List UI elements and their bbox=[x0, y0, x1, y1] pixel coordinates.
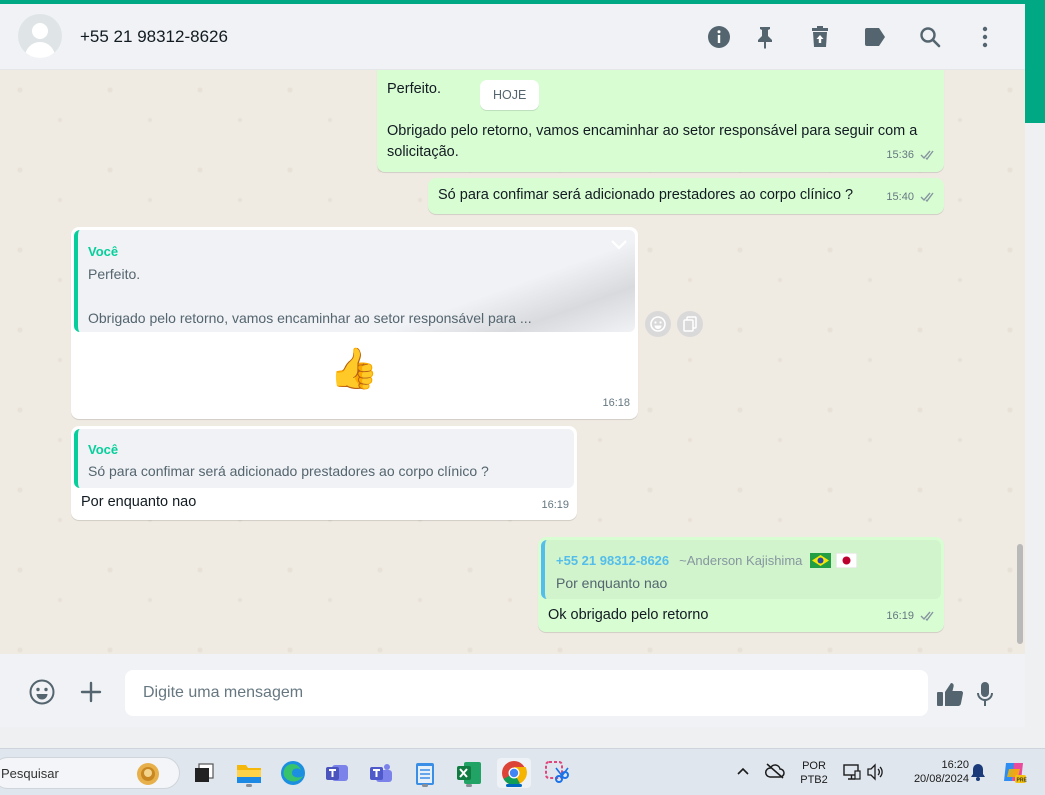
chevron-down-icon[interactable] bbox=[611, 240, 627, 250]
speaker-icon[interactable] bbox=[866, 763, 884, 781]
cloud-off-icon[interactable] bbox=[765, 763, 785, 779]
avatar-head bbox=[32, 23, 48, 39]
microphone-icon[interactable] bbox=[975, 680, 995, 708]
read-ticks-icon bbox=[920, 192, 934, 202]
snipping-tool-icon[interactable] bbox=[542, 758, 572, 788]
message-meta: 15:36 bbox=[886, 145, 936, 166]
message-input[interactable] bbox=[125, 670, 928, 716]
quoted-message[interactable]: Você Só para confimar será adicionado pr… bbox=[74, 429, 574, 488]
contact-avatar[interactable] bbox=[18, 14, 62, 58]
thumbs-up-emoji: 👍 bbox=[329, 347, 379, 391]
quote-pushname: ~Anderson Kajishima bbox=[679, 553, 803, 568]
info-icon[interactable] bbox=[706, 24, 732, 50]
message-time: 16:19 bbox=[541, 499, 569, 511]
taskbar-search[interactable]: Pesquisar bbox=[0, 757, 180, 789]
menu-icon[interactable] bbox=[972, 24, 998, 50]
pin-icon[interactable] bbox=[752, 24, 778, 50]
message-text: Perfeito. bbox=[387, 81, 441, 97]
keyboard-layout: PTB2 bbox=[800, 774, 828, 786]
message-outgoing[interactable]: +55 21 98312-8626 ~Anderson Kajishima Po… bbox=[538, 537, 944, 632]
quote-text: Perfeito. bbox=[88, 266, 141, 282]
quoted-message[interactable]: Você Perfeito. Obrigado pelo retorno, va… bbox=[74, 230, 635, 332]
bell-icon[interactable] bbox=[970, 763, 986, 781]
message-outgoing[interactable]: Só para confimar será adicionado prestad… bbox=[428, 178, 944, 214]
quote-author: Você bbox=[88, 442, 119, 457]
notepad-icon[interactable] bbox=[410, 758, 440, 788]
read-ticks-icon bbox=[920, 150, 934, 160]
running-indicator bbox=[506, 784, 522, 787]
keyboard-language[interactable]: POR PTB2 bbox=[798, 759, 830, 787]
svg-text:PRE: PRE bbox=[1017, 778, 1028, 784]
language-code: POR bbox=[802, 760, 826, 772]
teams-work-icon[interactable] bbox=[366, 758, 396, 788]
message-text: Obrigado pelo retorno, vamos encaminhar … bbox=[387, 123, 918, 160]
quoted-message[interactable]: +55 21 98312-8626 ~Anderson Kajishima Po… bbox=[541, 540, 941, 599]
brazil-flag-icon bbox=[810, 553, 832, 568]
message-meta: 16:19 bbox=[886, 606, 936, 627]
quote-text: Por enquanto nao bbox=[556, 575, 668, 591]
quote-header: +55 21 98312-8626 ~Anderson Kajishima bbox=[556, 550, 858, 572]
search-highlight-icon bbox=[137, 763, 159, 785]
copilot-icon[interactable]: PRE bbox=[1001, 759, 1027, 785]
avatar-body bbox=[25, 42, 55, 58]
excel-icon[interactable] bbox=[454, 758, 484, 788]
quote-author: +55 21 98312-8626 bbox=[556, 553, 670, 568]
message-text: Ok obrigado pelo retorno bbox=[548, 607, 709, 623]
composer-bar bbox=[0, 654, 1025, 727]
quote-text: Obrigado pelo retorno, vamos encaminhar … bbox=[88, 310, 532, 326]
clock[interactable]: 16:20 20/08/2024 bbox=[895, 758, 969, 786]
message-time: 16:18 bbox=[602, 397, 630, 409]
thumbs-up-icon[interactable] bbox=[935, 680, 965, 708]
conversation-panel[interactable]: Perfeito. Obrigado pelo retorno, vamos e… bbox=[0, 70, 1025, 654]
whatsapp-window: +55 21 98312-8626 Perfeito. Obrigado pel… bbox=[0, 4, 1025, 727]
clock-date: 20/08/2024 bbox=[913, 773, 969, 785]
react-emoji-icon[interactable] bbox=[645, 311, 671, 337]
search-icon[interactable] bbox=[917, 24, 943, 50]
chrome-icon[interactable] bbox=[497, 758, 531, 788]
running-indicator bbox=[466, 784, 472, 787]
taskbar-search-label: Pesquisar bbox=[1, 766, 59, 781]
clock-time: 16:20 bbox=[941, 759, 969, 771]
edge-icon[interactable] bbox=[278, 758, 308, 788]
chat-scrollbar[interactable] bbox=[1017, 544, 1023, 644]
network-icon[interactable] bbox=[843, 763, 861, 781]
message-meta: 15:40 bbox=[886, 187, 936, 208]
attach-plus-icon[interactable] bbox=[78, 679, 104, 705]
message-incoming[interactable]: Você Só para confimar será adicionado pr… bbox=[71, 426, 577, 520]
quote-text: Só para confimar será adicionado prestad… bbox=[88, 463, 489, 479]
running-indicator bbox=[246, 784, 252, 787]
chat-header: +55 21 98312-8626 bbox=[0, 4, 1025, 70]
message-text: Por enquanto nao bbox=[81, 494, 197, 510]
contact-name[interactable]: +55 21 98312-8626 bbox=[80, 27, 228, 47]
message-time: 15:36 bbox=[886, 149, 914, 161]
message-incoming[interactable]: Você Perfeito. Obrigado pelo retorno, va… bbox=[71, 227, 638, 419]
message-time: 15:40 bbox=[886, 191, 914, 203]
delete-icon[interactable] bbox=[807, 24, 833, 50]
read-ticks-icon bbox=[920, 611, 934, 621]
teams-icon[interactable] bbox=[322, 758, 352, 788]
running-indicator bbox=[422, 784, 428, 787]
message-time: 16:19 bbox=[886, 610, 914, 622]
message-outgoing[interactable]: Perfeito. Obrigado pelo retorno, vamos e… bbox=[377, 70, 944, 172]
file-explorer-icon[interactable] bbox=[234, 758, 264, 788]
quote-author: Você bbox=[88, 244, 119, 259]
emoji-icon[interactable] bbox=[28, 678, 56, 706]
window-edge bbox=[1025, 123, 1045, 748]
chevron-up-icon[interactable] bbox=[737, 767, 749, 775]
task-view-icon[interactable] bbox=[189, 758, 219, 788]
message-text: Só para confimar será adicionado prestad… bbox=[438, 187, 854, 203]
japan-flag-icon bbox=[835, 552, 858, 569]
copy-icon[interactable] bbox=[677, 311, 703, 337]
date-chip: HOJE bbox=[480, 80, 540, 110]
windows-taskbar: Pesquisar POR PTB2 16:20 20/08/2024 PRE bbox=[0, 748, 1045, 795]
window-edge-accent bbox=[1025, 4, 1045, 123]
label-icon[interactable] bbox=[862, 24, 888, 50]
